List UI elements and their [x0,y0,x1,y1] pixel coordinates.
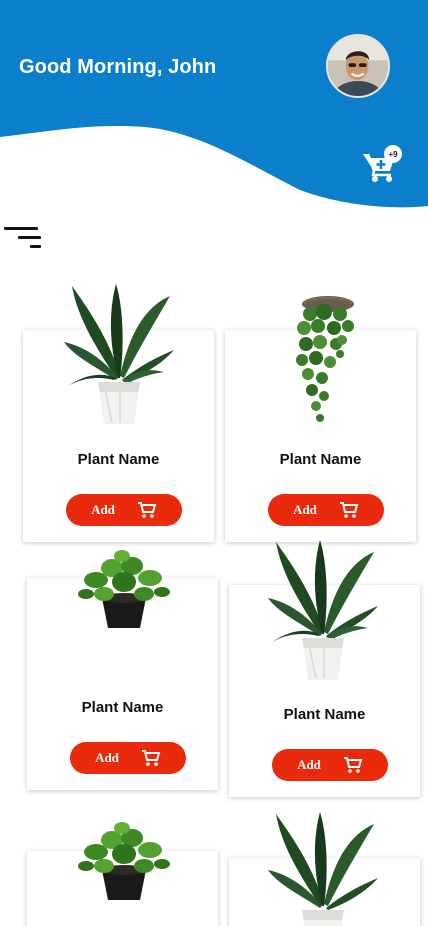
cart-icon [339,502,359,518]
plant-image-bird-of-paradise [64,284,174,424]
cart-icon [137,502,157,518]
cart-count-badge: +9 [384,145,402,163]
add-label: Add [91,502,115,517]
product-name: Plant Name [283,706,366,723]
cart-icon [141,750,161,766]
add-label: Add [95,750,119,765]
filter-menu-icon[interactable] [4,227,42,251]
plant-image-bird-of-paradise [268,540,378,680]
plant-shop-home: Good Morning, John +9 Plant Name Add Pla… [0,0,428,926]
user-avatar[interactable] [326,34,390,98]
add-label: Add [297,757,321,772]
add-to-cart-button[interactable]: Add [66,494,182,526]
plant-image-pothos [78,822,170,900]
plant-image-pothos [78,550,170,628]
greeting-text: Good Morning, John [19,56,217,78]
plant-image-bird-of-paradise [268,812,378,926]
plant-image-hanging-pothos [296,296,354,422]
product-name: Plant Name [279,451,362,468]
add-to-cart-button[interactable]: Add [70,742,186,774]
cart-icon [343,757,363,773]
add-to-cart-button[interactable]: Add [268,494,384,526]
avatar-icon [328,36,388,96]
product-name: Plant Name [81,699,164,716]
product-name: Plant Name [77,451,160,468]
add-label: Add [293,502,317,517]
add-to-cart-button[interactable]: Add [272,749,388,781]
